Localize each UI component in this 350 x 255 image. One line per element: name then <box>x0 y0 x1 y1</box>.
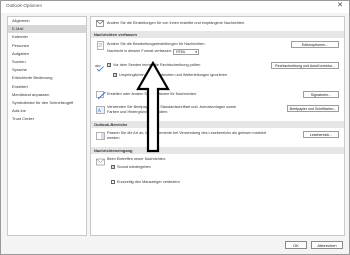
format-label: Nachricht in diesem Format verfassen: <box>107 49 172 53</box>
svg-text:abc: abc <box>95 64 101 68</box>
sidebar-item-personen[interactable]: Personen <box>8 42 86 50</box>
sidebar-item-email[interactable]: E-Mail <box>8 25 86 34</box>
reading-pane-icon <box>96 132 105 140</box>
close-icon[interactable]: ✕ <box>337 2 343 10</box>
format-select[interactable]: HTML ▾ <box>173 48 199 55</box>
sidebar-item-schnellzugriff[interactable]: Symbolleiste für den Schnellzugriff <box>8 99 86 107</box>
reading-pane-text-line2: werden. <box>107 136 121 140</box>
signature-icon <box>96 91 106 100</box>
cancel-button[interactable]: Abbrechen <box>311 241 343 249</box>
play-sound-label: Sound wiedergeben <box>117 164 151 169</box>
arrival-section-header: Nachrichteneingang <box>91 147 344 154</box>
editor-options-button[interactable]: Editoroptionen... <box>291 41 339 48</box>
ignore-original-text-checkbox[interactable] <box>113 72 117 77</box>
sidebar-item-allgemein[interactable]: Allgemein <box>8 17 86 25</box>
options-content: Ändern Sie die Einstellungen für von Ihn… <box>90 16 345 236</box>
change-cursor-label: Kurzzeitig den Mauszeiger verändern <box>117 179 180 184</box>
chevron-down-icon: ▾ <box>195 49 197 54</box>
spell-check-checkbox[interactable] <box>107 62 111 67</box>
change-cursor-checkbox[interactable] <box>111 180 115 184</box>
reading-pane-button[interactable]: Lesebereich... <box>303 131 339 138</box>
sidebar-item-kalender[interactable]: Kalender <box>8 33 86 41</box>
sidebar-item-erleichterte-bedienung[interactable]: Erleichterte Bedienung <box>8 74 86 82</box>
options-sidebar: Allgemein E-Mail Kalender Personen Aufga… <box>7 16 87 236</box>
arrival-label: Beim Eintreffen neuer Nachrichten: <box>107 157 167 161</box>
outlook-options-dialog: Outlook-Optionen ✕ Allgemein E-Mail Kale… <box>0 0 350 255</box>
editor-icon <box>97 41 104 50</box>
envelope-icon <box>96 158 105 166</box>
title-bar: Outlook-Optionen ✕ <box>1 1 349 13</box>
stationery-icon: A <box>96 106 105 114</box>
format-select-value: HTML <box>176 49 186 54</box>
svg-text:A: A <box>98 109 102 114</box>
ok-button[interactable]: OK <box>285 241 307 249</box>
editor-options-text: Ändern Sie die Bearbeitungseinstellungen… <box>107 42 206 46</box>
sidebar-item-aufgaben[interactable]: Aufgaben <box>8 50 86 58</box>
stationery-fonts-button[interactable]: Briefpapier und Schriftarten... <box>287 105 339 112</box>
sidebar-item-menueband[interactable]: Menüband anpassen <box>8 91 86 99</box>
play-sound-checkbox[interactable] <box>111 164 115 169</box>
reading-pane-text-line1: Passen Sie die Art an, in der Elemente b… <box>107 131 267 135</box>
outlook-area-section-header: Outlook-Bereiche <box>91 121 344 128</box>
intro-text: Ändern Sie die Einstellungen für von Ihn… <box>107 21 246 25</box>
spell-check-icon: abc <box>95 64 104 72</box>
mail-settings-icon <box>96 20 104 27</box>
signatures-button[interactable]: Signaturen... <box>303 91 339 98</box>
sidebar-item-suchen[interactable]: Suchen <box>8 58 86 66</box>
window-title: Outlook-Optionen <box>6 3 43 8</box>
sidebar-item-erweitert[interactable]: Erweitert <box>8 83 86 91</box>
sidebar-item-trust-center[interactable]: Trust Center <box>8 115 86 123</box>
spelling-autocorrect-button[interactable]: Rechtschreibung und AutoKorrektur... <box>271 62 339 69</box>
compose-section-header: Nachrichten verfassen <box>91 31 344 38</box>
annotation-arrow-icon <box>136 61 170 153</box>
sidebar-item-add-ins[interactable]: Add-Ins <box>8 107 86 115</box>
sidebar-item-sprache[interactable]: Sprache <box>8 66 86 74</box>
